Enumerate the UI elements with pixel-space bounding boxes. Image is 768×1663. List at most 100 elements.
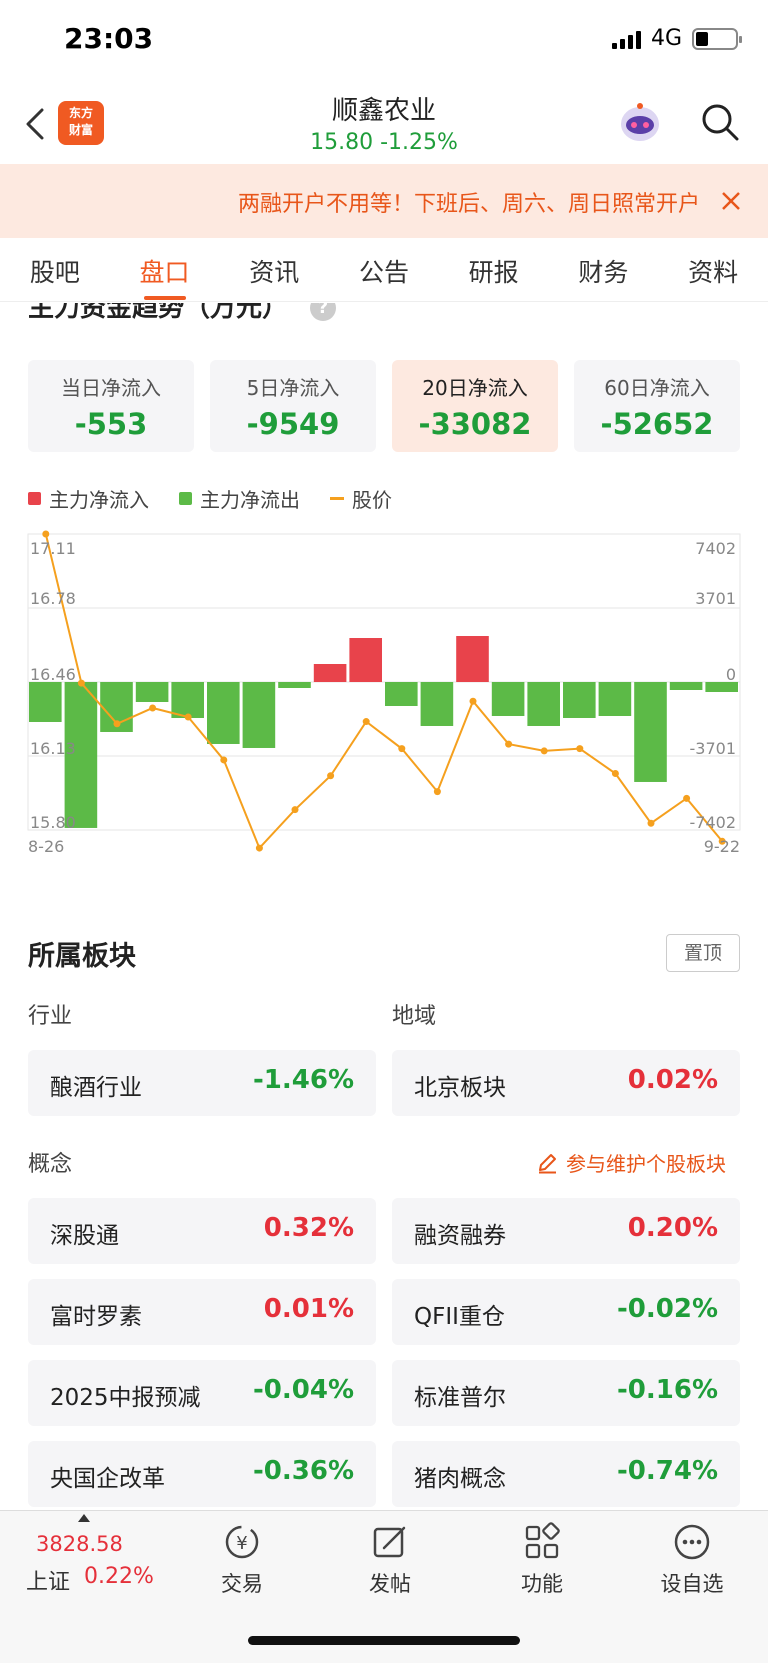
flow-card-label: 5日净流入 (246, 376, 340, 400)
tab-4[interactable]: 公告 (353, 243, 415, 299)
legend-outflow: 主力净流出 (179, 484, 300, 513)
tab-3[interactable]: 资讯 (243, 243, 305, 299)
flow-card-label: 当日净流入 (61, 376, 161, 400)
concept-name: 融资融券 (414, 1223, 506, 1249)
nav-add-watchlist[interactable]: 设自选 (642, 1520, 742, 1598)
left-tick-label: 15.80 (30, 813, 76, 832)
pin-top-button[interactable]: 置顶 (666, 934, 740, 972)
region-label: 地域 (392, 1004, 437, 1029)
flow-bar (29, 682, 62, 722)
tab-2[interactable]: 盘口 (134, 243, 196, 300)
tab-7[interactable]: 资料 (682, 243, 744, 299)
flow-card-1d[interactable]: 当日净流入 -553 (28, 360, 194, 452)
flow-bar (349, 638, 382, 682)
price-point (255, 844, 263, 852)
search-icon (702, 104, 739, 141)
flow-card-value: -9549 (246, 407, 340, 441)
maintain-sectors-link[interactable]: 参与维护个股板块 (536, 1148, 726, 1177)
flow-card-label: 60日净流入 (604, 376, 710, 400)
flow-bar (135, 682, 169, 702)
help-icon[interactable]: ? (310, 303, 336, 321)
price-point (647, 819, 655, 827)
nav-functions[interactable]: 功能 (492, 1520, 592, 1598)
flow-bar (598, 682, 632, 716)
price-point (433, 788, 441, 796)
nav-trade[interactable]: ¥ 交易 (192, 1520, 292, 1598)
industry-label: 行业 (28, 1004, 73, 1029)
sector-tile-region[interactable]: 北京板块 0.02% (392, 1050, 740, 1116)
concept-change: 0.20% (627, 1213, 718, 1243)
status-time: 23:03 (64, 22, 154, 55)
tab-1[interactable]: 股吧 (24, 243, 86, 299)
concept-tile[interactable]: 富时罗素 0.01% (28, 1279, 376, 1345)
x-start-label: 8-26 (28, 837, 64, 856)
flow-bar (385, 682, 418, 706)
flow-bar (313, 664, 347, 682)
price-point (42, 530, 50, 538)
price-point (184, 713, 192, 721)
index-value[interactable]: 3828.58 (36, 1532, 123, 1556)
tab-6[interactable]: 财务 (572, 243, 634, 299)
compose-icon (373, 1526, 406, 1558)
right-tick-label: -7402 (690, 813, 737, 832)
price-point (77, 679, 85, 687)
concept-tile[interactable]: QFII重仓 -0.02% (392, 1279, 740, 1345)
flow-bar (242, 682, 276, 748)
signal-icon (611, 29, 641, 49)
close-icon[interactable] (720, 190, 742, 212)
concept-tile[interactable]: 深股通 0.32% (28, 1198, 376, 1264)
flow-bar (491, 682, 525, 716)
concept-tile[interactable]: 央国企改革 -0.36% (28, 1441, 376, 1507)
battery-icon (692, 27, 742, 50)
legend-price: 股价 (330, 484, 392, 513)
banner-text[interactable]: 两融开户不用等！下班后、周六、周日照常开户 (238, 186, 698, 218)
concept-change: -0.02% (617, 1294, 718, 1324)
trade-icon: ¥ (225, 1525, 259, 1559)
flow-bar (527, 682, 560, 726)
nav-post[interactable]: 发帖 (340, 1520, 440, 1598)
fund-flow-chart[interactable]: 17.11 16.78 16.46 16.13 15.80 7402 3701 0 -3701 -… (0, 530, 768, 860)
price-point (291, 806, 299, 814)
concept-tile[interactable]: 2025中报预减 -0.04% (28, 1360, 376, 1426)
concept-tile[interactable]: 标准普尔 -0.16% (392, 1360, 740, 1426)
index-change[interactable]: 0.22% (84, 1564, 154, 1589)
flow-card-5d[interactable]: 5日净流入 -9549 (210, 360, 376, 452)
flow-card-label: 20日净流入 (422, 376, 528, 400)
sector-change: 0.02% (627, 1065, 718, 1095)
concept-name: 富时罗素 (50, 1304, 142, 1330)
search-button[interactable] (700, 102, 740, 142)
more-icon (674, 1524, 710, 1560)
section-header: 主力资金趋势（万元） ? (0, 303, 768, 331)
price-point (149, 704, 157, 712)
left-tick-label: 16.78 (30, 589, 76, 608)
flow-card-60d[interactable]: 60日净流入 -52652 (574, 360, 740, 452)
concept-name: QFII重仓 (414, 1304, 505, 1330)
chart-legend: 主力净流入 主力净流出 股价 (28, 484, 392, 513)
flow-card-value: -33082 (418, 407, 532, 441)
ai-assistant-icon[interactable] (616, 100, 664, 146)
sector-tile-industry[interactable]: 酿酒行业 -1.46% (28, 1050, 376, 1116)
grid-icon (525, 1522, 560, 1559)
concept-change: -0.74% (617, 1456, 718, 1486)
right-tick-label: 0 (726, 665, 736, 684)
flow-card-20d[interactable]: 20日净流入 -33082 (392, 360, 558, 452)
concept-name: 深股通 (50, 1223, 119, 1249)
edit-icon (539, 1153, 556, 1173)
legend-inflow: 主力净流入 (28, 484, 149, 513)
tab-5[interactable]: 研报 (463, 243, 525, 299)
concept-change: 0.01% (263, 1294, 354, 1324)
caret-up-icon[interactable] (78, 1514, 90, 1522)
left-tick-label: 17.11 (30, 539, 76, 558)
index-name[interactable]: 上证 (26, 1564, 70, 1596)
sectors-title: 所属板块 (28, 941, 136, 972)
price-point (220, 756, 228, 764)
flow-bar (278, 682, 311, 688)
flow-bar (563, 682, 596, 718)
price-point (398, 745, 406, 753)
concept-tile[interactable]: 猪肉概念 -0.74% (392, 1441, 740, 1507)
price-point (576, 745, 584, 753)
concept-change: -0.16% (617, 1375, 718, 1405)
left-tick-label: 16.46 (30, 665, 76, 684)
concept-label: 概念 (28, 1152, 73, 1177)
concept-tile[interactable]: 融资融券 0.20% (392, 1198, 740, 1264)
